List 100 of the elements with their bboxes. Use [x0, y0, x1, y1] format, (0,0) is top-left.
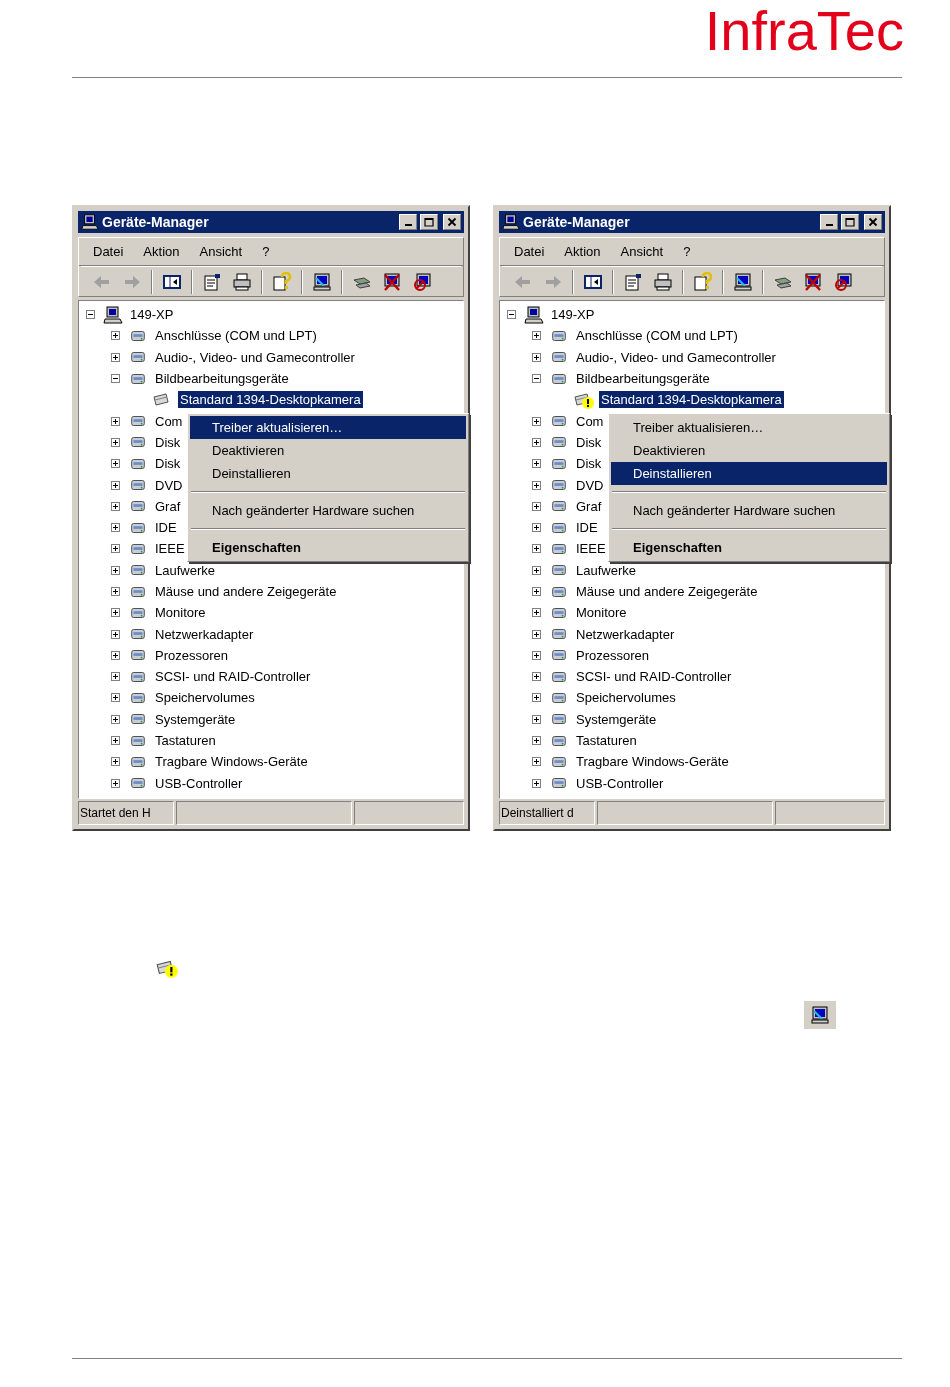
tree-item[interactable]: Bildbearbeitungsgeräte: [574, 370, 712, 388]
tree-item[interactable]: Audio-, Video- und Gamecontroller: [574, 348, 778, 366]
scan-hardware-icon[interactable]: [733, 271, 753, 292]
tree-item[interactable]: SCSI- und RAID-Controller: [574, 668, 734, 686]
expand-icon[interactable]: [110, 693, 120, 703]
context-menu-item[interactable]: Deinstallieren: [611, 462, 887, 485]
expand-icon[interactable]: [110, 629, 120, 639]
scan-hardware-icon[interactable]: [312, 271, 332, 292]
context-menu-item[interactable]: Eigenschaften: [611, 536, 887, 559]
tree-item[interactable]: IDE: [574, 519, 600, 537]
uninstall-icon[interactable]: [382, 271, 402, 292]
tree-item[interactable]: USB-Controller: [574, 774, 666, 792]
expand-icon[interactable]: [531, 608, 541, 618]
collapse-icon[interactable]: [531, 374, 541, 384]
tree-item[interactable]: IEEE: [153, 540, 187, 558]
context-menu-item[interactable]: Treiber aktualisieren…: [611, 416, 887, 439]
expand-icon[interactable]: [110, 331, 120, 341]
tree-item[interactable]: Graf: [574, 497, 604, 515]
context-menu-item[interactable]: Nach geänderter Hardware suchen: [190, 499, 466, 522]
tree-item[interactable]: Disk: [574, 455, 604, 473]
properties-icon[interactable]: [202, 271, 222, 292]
menu-item[interactable]: Datei: [87, 241, 130, 262]
expand-icon[interactable]: [110, 523, 120, 533]
tree-item[interactable]: Prozessoren: [574, 646, 651, 664]
tree-item[interactable]: DVD: [153, 476, 185, 494]
tree-item[interactable]: Laufwerke: [153, 561, 217, 579]
printer-icon[interactable]: [653, 271, 673, 292]
help-icon[interactable]: [272, 271, 292, 292]
context-menu-item[interactable]: Treiber aktualisieren…: [190, 416, 466, 439]
tree-item[interactable]: 149-XP: [549, 306, 597, 324]
expand-icon[interactable]: [531, 480, 541, 490]
maximize-button[interactable]: [420, 214, 438, 230]
maximize-button[interactable]: [841, 214, 859, 230]
expand-icon[interactable]: [531, 501, 541, 511]
minimize-button[interactable]: [399, 214, 417, 230]
tree-item[interactable]: DVD: [574, 476, 606, 494]
expand-icon[interactable]: [110, 352, 120, 362]
tree-item[interactable]: Monitore: [153, 604, 208, 622]
tree-item[interactable]: Monitore: [574, 604, 629, 622]
expand-icon[interactable]: [531, 672, 541, 682]
expand-icon[interactable]: [110, 650, 120, 660]
tree-item[interactable]: Disk: [153, 455, 183, 473]
tree-item[interactable]: Com: [574, 412, 606, 430]
disable-icon[interactable]: [412, 271, 432, 292]
expand-icon[interactable]: [531, 650, 541, 660]
menu-item[interactable]: ?: [256, 241, 276, 262]
menu-item[interactable]: Aktion: [137, 241, 186, 262]
context-menu-item[interactable]: Deaktivieren: [190, 439, 466, 462]
expand-icon[interactable]: [531, 416, 541, 426]
expand-icon[interactable]: [531, 587, 541, 596]
tree-item[interactable]: Systemgeräte: [153, 710, 238, 728]
collapse-icon[interactable]: [110, 374, 120, 384]
context-menu-item[interactable]: Nach geänderter Hardware suchen: [611, 499, 887, 522]
tree-item[interactable]: Systemgeräte: [574, 710, 659, 728]
expand-icon[interactable]: [531, 693, 541, 703]
expand-icon[interactable]: [531, 565, 541, 575]
tree-item[interactable]: Tastaturen: [153, 732, 218, 750]
collapse-icon[interactable]: [85, 310, 95, 320]
tree-item[interactable]: Disk: [574, 433, 604, 451]
expand-icon[interactable]: [531, 714, 541, 724]
expand-icon[interactable]: [531, 544, 541, 554]
expand-icon[interactable]: [110, 437, 120, 447]
disable-icon[interactable]: [833, 271, 853, 292]
tree-item[interactable]: Audio-, Video- und Gamecontroller: [153, 348, 357, 366]
help-icon[interactable]: [693, 271, 713, 292]
tree-item[interactable]: Speichervolumes: [153, 689, 257, 707]
expand-icon[interactable]: [531, 437, 541, 447]
tree-item[interactable]: Speichervolumes: [574, 689, 678, 707]
printer-icon[interactable]: [232, 271, 252, 292]
tree-item[interactable]: Anschlüsse (COM und LPT): [574, 327, 740, 345]
expand-icon[interactable]: [110, 565, 120, 575]
tree-item[interactable]: Tragbare Windows-Geräte: [574, 753, 731, 771]
tree-item[interactable]: Disk: [153, 433, 183, 451]
tree-item[interactable]: Prozessoren: [153, 646, 230, 664]
menu-item[interactable]: ?: [677, 241, 697, 262]
tree-item[interactable]: Anschlüsse (COM und LPT): [153, 327, 319, 345]
expand-icon[interactable]: [531, 629, 541, 639]
tree-item[interactable]: Mäuse und andere Zeigegeräte: [153, 583, 339, 600]
menu-item[interactable]: Datei: [508, 241, 551, 262]
tree-item[interactable]: Tastaturen: [574, 732, 639, 750]
tree-item[interactable]: USB-Controller: [153, 774, 245, 792]
expand-icon[interactable]: [110, 544, 120, 554]
expand-icon[interactable]: [110, 608, 120, 618]
context-menu-item[interactable]: Deaktivieren: [611, 439, 887, 462]
menu-item[interactable]: Ansicht: [614, 241, 670, 262]
minimize-button[interactable]: [820, 214, 838, 230]
expand-icon[interactable]: [531, 523, 541, 533]
expand-icon[interactable]: [110, 416, 120, 426]
expand-icon[interactable]: [531, 459, 541, 469]
expand-icon[interactable]: [531, 778, 541, 788]
close-button[interactable]: [443, 214, 461, 230]
expand-icon[interactable]: [110, 501, 120, 511]
expand-icon[interactable]: [531, 736, 541, 746]
expand-icon[interactable]: [531, 352, 541, 362]
tree-item[interactable]: Netzwerkadapter: [574, 625, 677, 643]
uninstall-icon[interactable]: [803, 271, 823, 292]
close-button[interactable]: [864, 214, 882, 230]
tree-item[interactable]: IEEE: [574, 540, 608, 558]
expand-icon[interactable]: [110, 714, 120, 724]
expand-icon[interactable]: [531, 757, 541, 767]
